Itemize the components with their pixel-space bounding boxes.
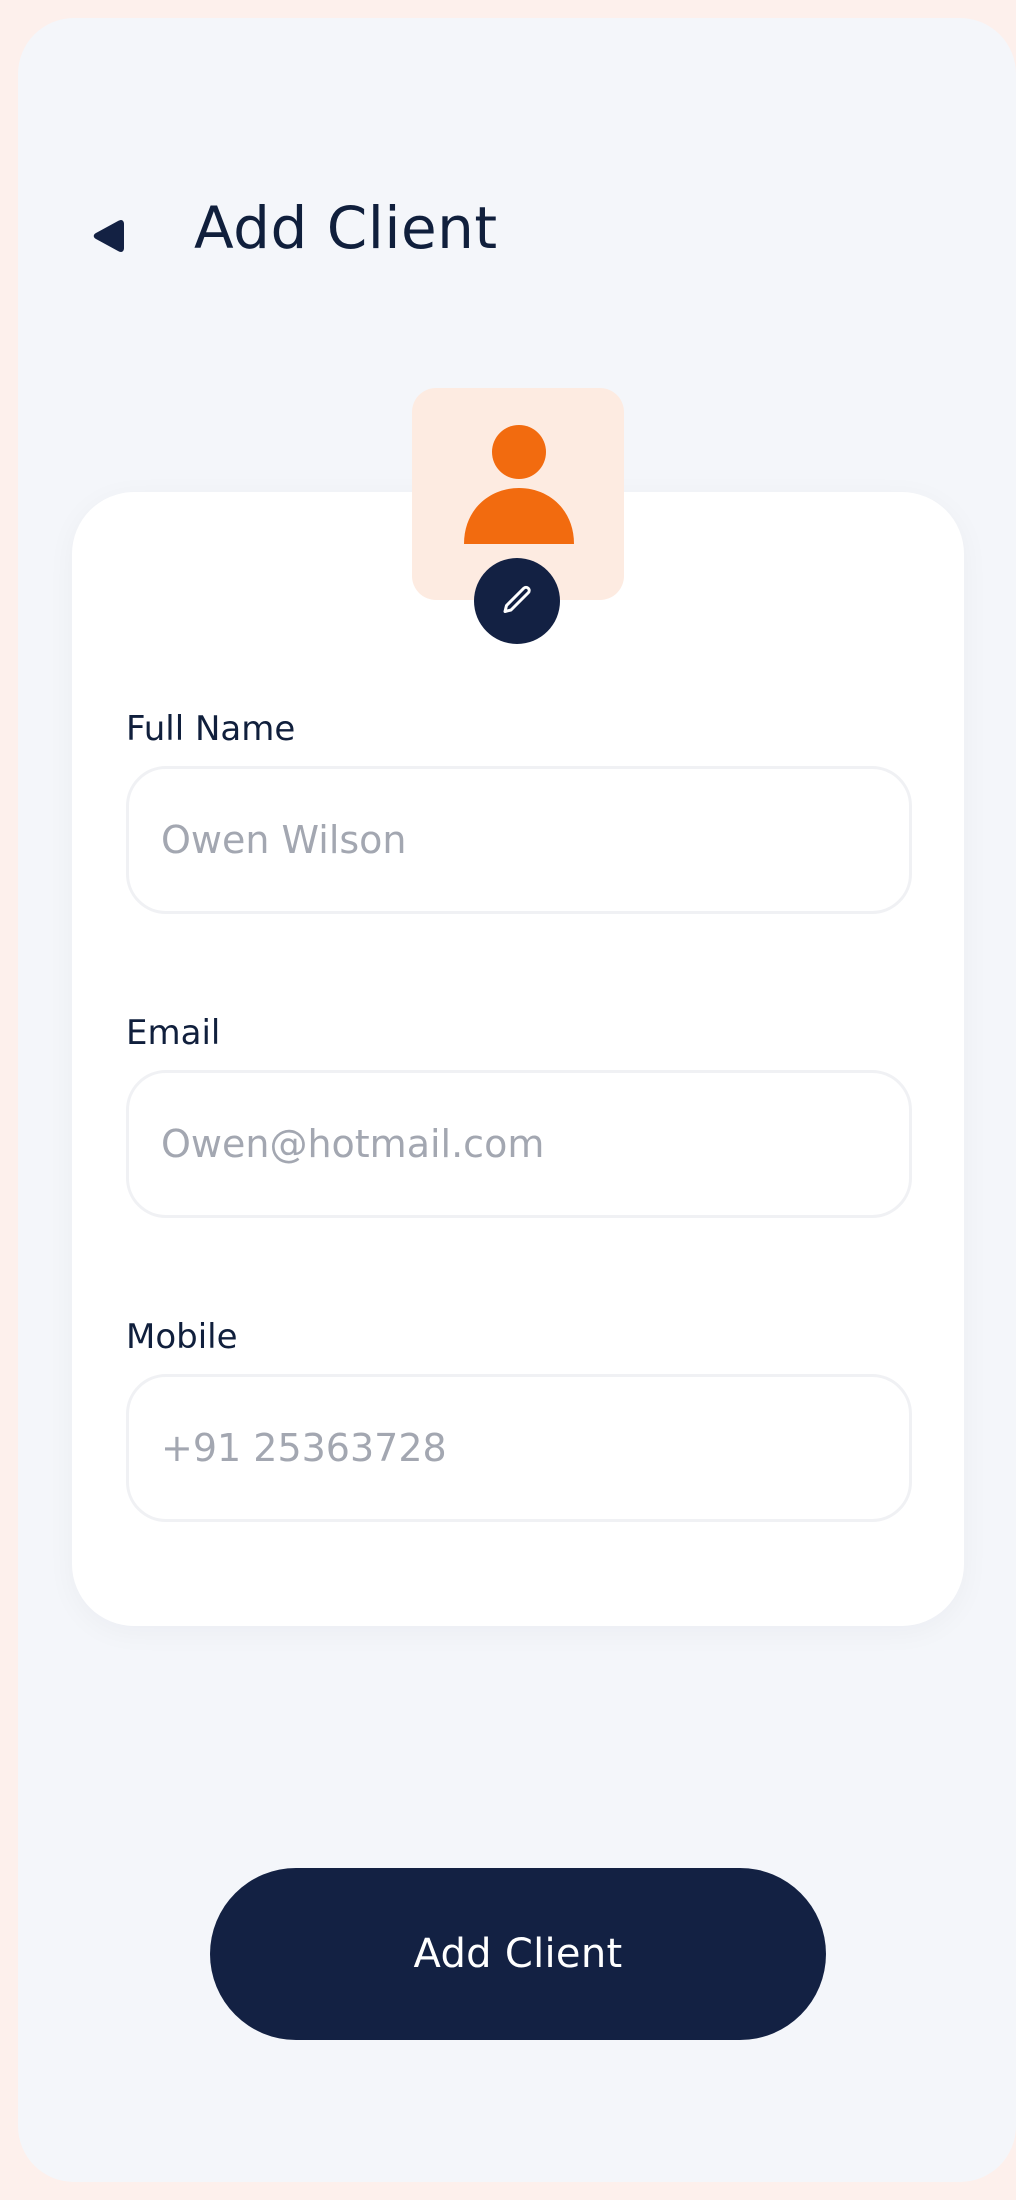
- email-label: Email: [126, 1013, 221, 1053]
- app-screen: Add Client Full Name Email Mobile Add Cl…: [18, 18, 1016, 2182]
- full-name-input[interactable]: [126, 766, 912, 914]
- add-client-button[interactable]: Add Client: [210, 1868, 826, 2040]
- edit-avatar-button[interactable]: [474, 558, 560, 644]
- page-title: Add Client: [194, 194, 498, 262]
- mobile-label: Mobile: [126, 1317, 238, 1357]
- back-arrow-icon: [93, 220, 124, 252]
- mobile-input[interactable]: [126, 1374, 912, 1522]
- back-button[interactable]: [78, 206, 138, 266]
- email-input[interactable]: [126, 1070, 912, 1218]
- pencil-icon: [503, 585, 531, 613]
- full-name-label: Full Name: [126, 709, 296, 749]
